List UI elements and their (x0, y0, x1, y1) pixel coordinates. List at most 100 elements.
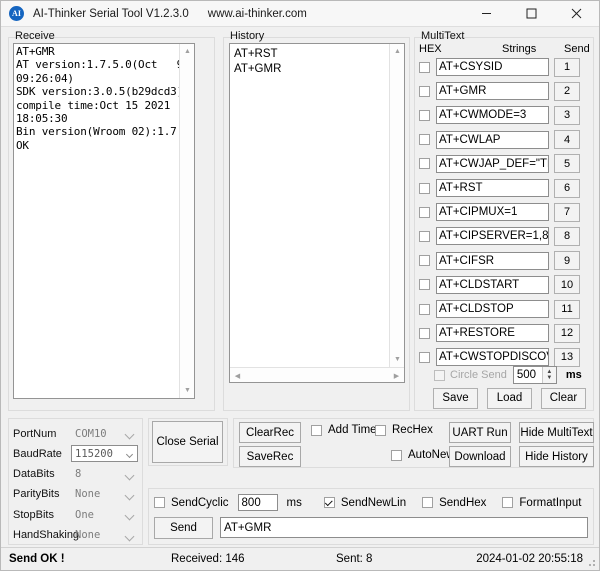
multitext-command-input-6[interactable]: AT+RST (436, 179, 549, 197)
send-hex-checkbox[interactable] (422, 497, 433, 508)
scroll-down-icon[interactable]: ▼ (180, 383, 195, 398)
resize-grip-icon[interactable] (586, 557, 596, 567)
add-time-checkbox[interactable] (311, 425, 322, 436)
scroll-up-icon[interactable]: ▲ (390, 44, 405, 59)
multitext-send-button-7[interactable]: 7 (554, 203, 580, 222)
close-serial-button[interactable]: Close Serial (152, 421, 223, 463)
receive-vertical-scrollbar[interactable]: ▲ ▼ (179, 44, 194, 398)
multitext-command-input-9[interactable]: AT+CIFSR (436, 252, 549, 270)
chevron-down-icon[interactable] (125, 430, 135, 440)
chevron-down-icon[interactable] (125, 490, 135, 500)
multitext-command-input-11[interactable]: AT+CLDSTOP (436, 300, 549, 318)
receive-textarea[interactable]: AT+GMR AT version:1.7.5.0(Oct 9 2021 09:… (13, 43, 195, 399)
save-rec-button[interactable]: SaveRec (239, 446, 301, 467)
multitext-command-input-13[interactable]: AT+CWSTOPDISCOVER (436, 348, 549, 366)
add-time-checkbox-row[interactable]: Add Time (311, 424, 377, 436)
multitext-send-button-1[interactable]: 1 (554, 58, 580, 77)
circle-send-checkbox[interactable] (434, 370, 445, 381)
load-button[interactable]: Load (487, 388, 532, 409)
circle-send-interval-stepper[interactable]: 500 ▲ ▼ (513, 366, 557, 384)
multitext-hex-checkbox-12[interactable] (419, 328, 430, 339)
download-button[interactable]: Download (449, 446, 511, 467)
multitext-hex-checkbox-9[interactable] (419, 255, 430, 266)
history-listbox[interactable]: AT+RST AT+GMR ▲ ▼ ◀ ▶ (229, 43, 405, 383)
minimize-button[interactable] (464, 1, 509, 26)
setting-select-baudrate[interactable]: 115200 (71, 445, 138, 462)
send-newline-checkbox[interactable] (324, 497, 335, 508)
stepper-arrows[interactable]: ▲ ▼ (542, 367, 556, 383)
scroll-up-icon[interactable]: ▲ (180, 44, 195, 59)
multitext-row: AT+CLDSTART 10 (419, 275, 594, 295)
setting-select-stopbits[interactable]: One (71, 506, 138, 523)
multitext-command-input-10[interactable]: AT+CLDSTART (436, 276, 549, 294)
multitext-hex-checkbox-6[interactable] (419, 183, 430, 194)
setting-row: StopBitsOne (13, 505, 138, 524)
rec-hex-checkbox-row[interactable]: RecHex (375, 424, 433, 436)
multitext-send-button-2[interactable]: 2 (554, 82, 580, 101)
multitext-send-button-4[interactable]: 4 (554, 130, 580, 149)
send-button[interactable]: Send (154, 517, 213, 539)
multitext-command-input-4[interactable]: AT+CWLAP (436, 131, 549, 149)
multitext-send-button-6[interactable]: 6 (554, 179, 580, 198)
multitext-command-input-7[interactable]: AT+CIPMUX=1 (436, 203, 549, 221)
app-window: AI AI-Thinker Serial Tool V1.2.3.0 www.a… (0, 0, 600, 571)
send-input[interactable]: AT+GMR (220, 517, 588, 538)
multitext-send-button-9[interactable]: 9 (554, 251, 580, 270)
multitext-command-input-2[interactable]: AT+GMR (436, 82, 549, 100)
clear-button[interactable]: Clear (541, 388, 586, 409)
multitext-hex-checkbox-11[interactable] (419, 304, 430, 315)
multitext-hex-checkbox-5[interactable] (419, 158, 430, 169)
multitext-hex-checkbox-8[interactable] (419, 231, 430, 242)
auto-newline-checkbox[interactable] (391, 450, 402, 461)
multitext-send-button-10[interactable]: 10 (554, 275, 580, 294)
clear-rec-button[interactable]: ClearRec (239, 422, 301, 443)
multitext-command-input-5[interactable]: AT+CWJAP_DEF="TP-Link (436, 155, 549, 173)
send-options-row: SendCyclic 800 ms SendNewLin SendHex For… (154, 494, 581, 511)
multitext-row: AT+CIPSERVER=1,80 8 (419, 226, 594, 246)
format-input-checkbox[interactable] (502, 497, 513, 508)
history-horizontal-scrollbar[interactable]: ◀ ▶ (230, 367, 404, 382)
multitext-send-button-5[interactable]: 5 (554, 154, 580, 173)
hide-multitext-button[interactable]: Hide MultiText (519, 422, 594, 443)
multitext-command-input-3[interactable]: AT+CWMODE=3 (436, 106, 549, 124)
setting-label-portnum: PortNum (13, 428, 71, 440)
multitext-send-button-3[interactable]: 3 (554, 106, 580, 125)
multitext-command-input-1[interactable]: AT+CSYSID (436, 58, 549, 76)
multitext-send-button-12[interactable]: 12 (554, 324, 580, 343)
chevron-down-icon[interactable] (126, 451, 133, 458)
scroll-right-icon[interactable]: ▶ (389, 368, 404, 383)
chevron-down-icon[interactable] (125, 531, 135, 541)
scroll-left-icon[interactable]: ◀ (230, 368, 245, 383)
rec-hex-checkbox[interactable] (375, 425, 386, 436)
multitext-hex-checkbox-13[interactable] (419, 352, 430, 363)
multitext-send-button-11[interactable]: 11 (554, 300, 580, 319)
scroll-down-icon[interactable]: ▼ (390, 352, 405, 367)
multitext-command-input-8[interactable]: AT+CIPSERVER=1,80 (436, 227, 549, 245)
status-sent: Sent: 8 (336, 553, 372, 565)
send-cyclic-checkbox[interactable] (154, 497, 165, 508)
multitext-hex-checkbox-10[interactable] (419, 279, 430, 290)
multitext-hex-checkbox-7[interactable] (419, 207, 430, 218)
send-cycle-input[interactable]: 800 (238, 494, 278, 511)
save-button[interactable]: Save (433, 388, 478, 409)
chevron-down-icon[interactable] (125, 511, 135, 521)
hide-history-button[interactable]: Hide History (519, 446, 594, 467)
multitext-send-button-8[interactable]: 8 (554, 227, 580, 246)
setting-select-databits[interactable]: 8 (71, 466, 138, 483)
uart-run-button[interactable]: UART Run (449, 422, 511, 443)
close-button[interactable] (554, 1, 599, 26)
stepper-down-icon[interactable]: ▼ (546, 375, 552, 381)
chevron-down-icon[interactable] (125, 470, 135, 480)
multitext-command-input-12[interactable]: AT+RESTORE (436, 324, 549, 342)
maximize-button[interactable] (509, 1, 554, 26)
multitext-hex-checkbox-2[interactable] (419, 86, 430, 97)
history-vertical-scrollbar[interactable]: ▲ ▼ (389, 44, 404, 367)
setting-select-handshaking[interactable]: None (71, 527, 138, 544)
setting-select-portnum[interactable]: COM10 (71, 425, 138, 442)
multitext-hex-checkbox-3[interactable] (419, 110, 430, 121)
setting-select-paritybits[interactable]: None (71, 486, 138, 503)
circle-send-ms-label: ms (566, 369, 582, 381)
multitext-hex-checkbox-1[interactable] (419, 62, 430, 73)
multitext-hex-checkbox-4[interactable] (419, 134, 430, 145)
status-received: Received: 146 (171, 553, 245, 565)
